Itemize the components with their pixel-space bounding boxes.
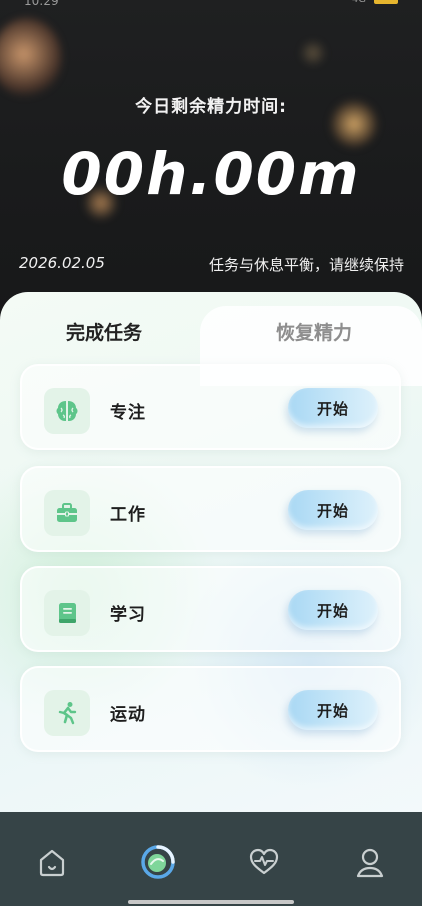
brain-icon xyxy=(44,388,90,434)
bottom-nav xyxy=(0,812,422,906)
signal-indicator: 4G xyxy=(352,0,366,5)
decor-orb xyxy=(300,40,326,66)
tab-restore-energy[interactable]: 恢复精力 xyxy=(276,318,352,345)
briefcase-icon xyxy=(44,490,90,536)
nav-energy[interactable] xyxy=(138,842,178,882)
task-card-work[interactable]: 工作 开始 xyxy=(20,466,401,552)
balance-message: 任务与休息平衡，请继续保持 xyxy=(208,256,404,274)
energy-icon xyxy=(141,845,175,879)
task-label: 专注 xyxy=(110,403,146,423)
status-time: 10:29 xyxy=(24,0,59,8)
energy-label: 今日剩余精力时间: xyxy=(135,97,287,117)
profile-icon xyxy=(356,848,384,878)
task-card-focus[interactable]: 专注 开始 xyxy=(20,364,401,450)
decor-orb xyxy=(0,18,62,98)
nav-health[interactable] xyxy=(244,842,284,882)
task-label: 工作 xyxy=(110,505,146,525)
nav-home[interactable] xyxy=(32,842,72,882)
energy-time: 00h.00m xyxy=(61,140,361,208)
current-date: 2026.02.05 xyxy=(19,254,105,272)
task-panel: 完成任务 恢复精力 专注 开始 工作 开始 学习 开始 运动 开始 xyxy=(0,292,422,812)
start-focus-button[interactable]: 开始 xyxy=(288,388,378,428)
task-label: 运动 xyxy=(110,705,146,725)
task-label: 学习 xyxy=(110,605,146,625)
tab-complete-tasks[interactable]: 完成任务 xyxy=(66,318,142,345)
nav-profile[interactable] xyxy=(350,842,390,882)
start-work-button[interactable]: 开始 xyxy=(288,490,378,530)
battery-icon xyxy=(374,0,398,4)
header: 10:29 4G 今日剩余精力时间: 00h.00m 2026.02.05 任务… xyxy=(0,0,422,330)
start-exercise-button[interactable]: 开始 xyxy=(288,690,378,730)
home-icon xyxy=(39,849,65,877)
running-icon xyxy=(44,690,90,736)
heart-rate-icon xyxy=(249,848,279,875)
home-indicator xyxy=(128,900,294,904)
task-card-study[interactable]: 学习 开始 xyxy=(20,566,401,652)
book-icon xyxy=(44,590,90,636)
start-study-button[interactable]: 开始 xyxy=(288,590,378,630)
status-bar: 10:29 4G xyxy=(0,0,422,10)
task-card-exercise[interactable]: 运动 开始 xyxy=(20,666,401,752)
